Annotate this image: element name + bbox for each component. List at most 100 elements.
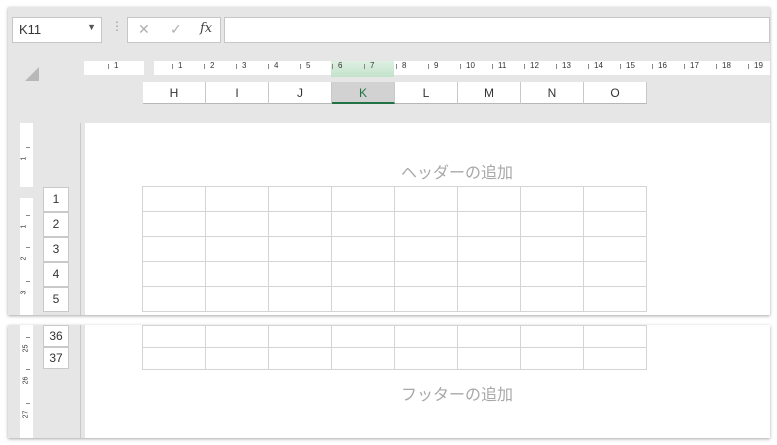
ruler-number: 19 — [754, 61, 763, 70]
ruler-number: 11 — [498, 61, 507, 70]
ruler-number: 1 — [178, 61, 183, 70]
cell[interactable] — [583, 286, 647, 312]
ruler-number: 5 — [306, 61, 311, 70]
cell[interactable] — [520, 347, 584, 370]
select-all-corner[interactable] — [25, 67, 39, 81]
cell[interactable] — [205, 236, 269, 262]
ruler-number: 8 — [402, 61, 407, 70]
add-header-placeholder[interactable]: ヘッダーの追加 — [377, 159, 537, 183]
cell[interactable] — [520, 236, 584, 262]
cell[interactable] — [142, 286, 206, 312]
cell-grid[interactable] — [142, 186, 647, 312]
column-header-o[interactable]: O — [584, 82, 647, 104]
cell[interactable] — [583, 347, 647, 370]
cell[interactable] — [394, 325, 458, 348]
row-header-1[interactable]: 1 — [43, 187, 69, 212]
row-header-36[interactable]: 36 — [43, 325, 69, 347]
ruler-number: 6 — [338, 61, 343, 70]
column-header-i[interactable]: I — [206, 82, 269, 104]
cell[interactable] — [394, 261, 458, 287]
cell[interactable] — [205, 325, 269, 348]
cell[interactable] — [394, 236, 458, 262]
cell[interactable] — [268, 325, 332, 348]
cell[interactable] — [142, 261, 206, 287]
ruler-tick — [300, 64, 301, 69]
cell[interactable] — [583, 211, 647, 237]
cell[interactable] — [205, 211, 269, 237]
vertical-ruler: 1 1 2 3 — [18, 123, 36, 315]
cell[interactable] — [268, 186, 332, 212]
cell[interactable] — [457, 347, 521, 370]
ruler-tick — [108, 64, 109, 69]
cell[interactable] — [583, 186, 647, 212]
cell[interactable] — [457, 286, 521, 312]
cell[interactable] — [268, 347, 332, 370]
column-header-l[interactable]: L — [395, 82, 458, 104]
cell[interactable] — [142, 325, 206, 348]
cell[interactable] — [268, 261, 332, 287]
cell[interactable] — [331, 211, 395, 237]
formula-input[interactable] — [224, 17, 770, 43]
ruler-number: 3 — [242, 61, 247, 70]
cell[interactable] — [331, 347, 395, 370]
cell[interactable] — [268, 236, 332, 262]
cell[interactable] — [457, 186, 521, 212]
cell[interactable] — [583, 325, 647, 348]
cell[interactable] — [142, 347, 206, 370]
cell[interactable] — [142, 211, 206, 237]
cell[interactable] — [457, 211, 521, 237]
ruler-number: 17 — [690, 61, 699, 70]
ruler-tick — [236, 64, 237, 69]
cell[interactable] — [457, 261, 521, 287]
cell[interactable] — [331, 236, 395, 262]
row-header-5[interactable]: 5 — [43, 287, 69, 312]
column-header-n[interactable]: N — [521, 82, 584, 104]
cell[interactable] — [331, 261, 395, 287]
cell[interactable] — [205, 261, 269, 287]
cell[interactable] — [331, 186, 395, 212]
cell[interactable] — [457, 236, 521, 262]
column-header-h[interactable]: H — [143, 82, 206, 104]
row-header-2[interactable]: 2 — [43, 212, 69, 237]
cell-grid-bottom[interactable] — [142, 325, 647, 370]
column-header-k[interactable]: K — [332, 82, 395, 104]
column-header-m[interactable]: M — [458, 82, 521, 104]
cell[interactable] — [331, 286, 395, 312]
cell[interactable] — [268, 286, 332, 312]
cell[interactable] — [520, 211, 584, 237]
cell[interactable] — [205, 186, 269, 212]
cell[interactable] — [394, 347, 458, 370]
insert-function-button[interactable]: fx — [200, 21, 212, 36]
cell[interactable] — [457, 325, 521, 348]
cell[interactable] — [583, 261, 647, 287]
row-header-3[interactable]: 3 — [43, 237, 69, 262]
vruler-number: 26 — [22, 376, 30, 385]
cell[interactable] — [394, 286, 458, 312]
check-icon[interactable]: ✓ — [170, 21, 182, 38]
row-header-37[interactable]: 37 — [43, 347, 69, 369]
cell[interactable] — [520, 261, 584, 287]
cell[interactable] — [331, 325, 395, 348]
cell[interactable] — [520, 186, 584, 212]
cell[interactable] — [394, 186, 458, 212]
ruler-tick — [716, 64, 717, 69]
cell[interactable] — [520, 286, 584, 312]
cell[interactable] — [268, 211, 332, 237]
column-header-j[interactable]: J — [269, 82, 332, 104]
vruler-number: 27 — [22, 410, 30, 419]
cell[interactable] — [205, 347, 269, 370]
triangle-down-icon[interactable]: ▼ — [87, 22, 96, 32]
ruler-number: 18 — [722, 61, 731, 70]
name-box[interactable]: K11 ▼ — [12, 17, 102, 43]
cell[interactable] — [142, 186, 206, 212]
cell[interactable] — [205, 286, 269, 312]
cancel-x-icon[interactable]: ✕ — [138, 21, 150, 38]
cell[interactable] — [520, 325, 584, 348]
cell[interactable] — [583, 236, 647, 262]
cell[interactable] — [142, 236, 206, 262]
add-footer-placeholder[interactable]: フッターの追加 — [377, 381, 537, 405]
grid-row — [142, 186, 647, 212]
row-header-4[interactable]: 4 — [43, 262, 69, 287]
cell[interactable] — [394, 211, 458, 237]
ruler-tick — [492, 64, 493, 69]
